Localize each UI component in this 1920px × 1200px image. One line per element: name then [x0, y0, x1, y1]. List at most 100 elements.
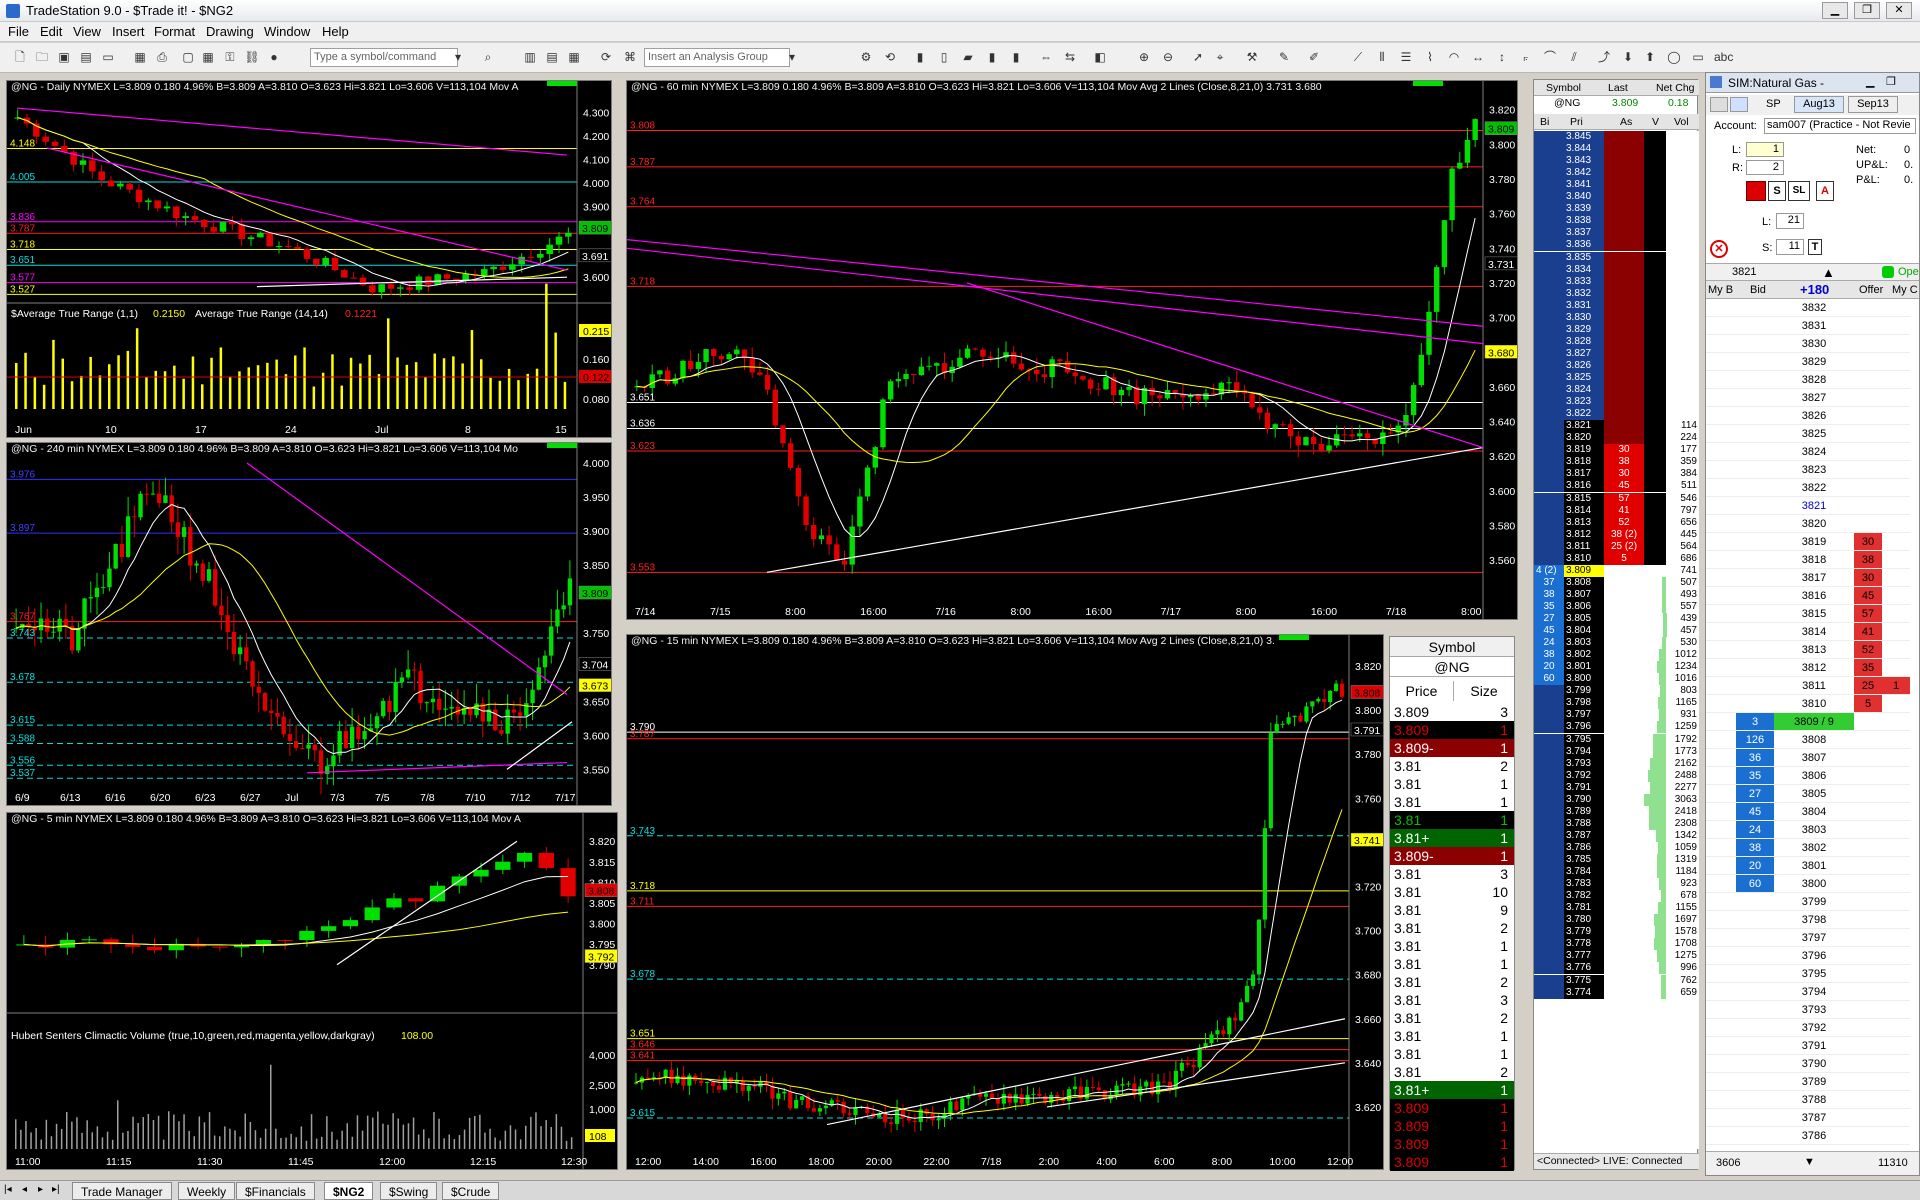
window-icon[interactable]: ▢	[180, 49, 196, 65]
offer-cell[interactable]: 35	[1854, 659, 1882, 677]
ladder-price[interactable]: 3804	[1774, 803, 1854, 821]
offer-cell[interactable]	[1854, 335, 1882, 353]
tab-nav-prev-icon[interactable]: ◂	[22, 1184, 27, 1195]
my-bid-cell[interactable]	[1706, 1019, 1736, 1037]
chart-240min[interactable]: 4.000 3.950 3.900 3.850 3.750 3.650 3.600 3.550…	[6, 442, 612, 806]
my-bid-cell[interactable]	[1706, 893, 1736, 911]
ladder-row[interactable]: 3815 57	[1706, 605, 1920, 623]
bid-cell[interactable]	[1736, 1055, 1774, 1073]
my-bid-cell[interactable]	[1706, 1037, 1736, 1055]
ladder-row[interactable]: 3798	[1706, 911, 1920, 929]
bid-cell[interactable]	[1736, 443, 1774, 461]
settings-icon[interactable]	[1710, 97, 1728, 112]
minimize-button[interactable]: ▁	[1866, 75, 1874, 88]
lock-icon[interactable]: ⚿	[222, 49, 238, 65]
ladder-price[interactable]: 3800	[1774, 875, 1854, 893]
globe-icon[interactable]	[1730, 97, 1748, 112]
my-offer-cell[interactable]	[1882, 317, 1910, 335]
save-all-icon[interactable]: ▤	[78, 49, 94, 65]
offer-cell[interactable]: 57	[1854, 605, 1882, 623]
auto-icon[interactable]: A	[1816, 181, 1834, 201]
my-offer-cell[interactable]	[1882, 803, 1910, 821]
offer-cell[interactable]: 25	[1854, 677, 1882, 695]
bid-cell[interactable]	[1736, 1073, 1774, 1091]
ladder-price[interactable]: 3816	[1774, 587, 1854, 605]
my-bid-cell[interactable]	[1706, 641, 1736, 659]
my-offer-cell[interactable]	[1882, 479, 1910, 497]
my-offer-cell[interactable]	[1882, 407, 1910, 425]
my-bid-cell[interactable]	[1706, 1127, 1736, 1145]
my-bid-cell[interactable]	[1706, 965, 1736, 983]
horizontal-lines-icon[interactable]: ☰	[1398, 49, 1414, 65]
ladder-row[interactable]: 3827	[1706, 389, 1920, 407]
candle-icon[interactable]: ▯	[936, 49, 952, 65]
bid-cell[interactable]	[1736, 461, 1774, 479]
offer-cell[interactable]	[1854, 821, 1882, 839]
stop-limit-icon[interactable]: SL	[1788, 181, 1810, 201]
offer-cell[interactable]: 45	[1854, 587, 1882, 605]
ts-symbol[interactable]: @NG	[1390, 657, 1514, 677]
ladder-price[interactable]: 3802	[1774, 839, 1854, 857]
tab-nav-last-icon[interactable]: ▸|	[52, 1184, 60, 1195]
offer-cell[interactable]: 30	[1854, 533, 1882, 551]
ladder-row[interactable]: 3831	[1706, 317, 1920, 335]
bid-cell[interactable]	[1736, 1019, 1774, 1037]
bid-cell[interactable]	[1736, 695, 1774, 713]
offer-cell[interactable]	[1854, 479, 1882, 497]
bid-cell[interactable]	[1736, 551, 1774, 569]
bid-cell[interactable]	[1736, 659, 1774, 677]
my-offer-cell[interactable]	[1882, 497, 1910, 515]
my-bid-cell[interactable]	[1706, 587, 1736, 605]
fib-icon[interactable]: ⌇	[1422, 49, 1438, 65]
my-offer-cell[interactable]	[1882, 299, 1910, 317]
color-icon[interactable]: ◧	[1092, 49, 1108, 65]
ladder-row[interactable]: 3811 25 1	[1706, 677, 1920, 695]
my-bid-cell[interactable]	[1706, 731, 1736, 749]
my-bid-cell[interactable]	[1706, 407, 1736, 425]
scanner-icon[interactable]: ⟳	[598, 49, 614, 65]
bid-cell[interactable]	[1736, 371, 1774, 389]
l2-qty-input[interactable]: 21	[1776, 213, 1804, 229]
menu-file[interactable]: File	[8, 24, 29, 39]
menu-format[interactable]: Format	[154, 24, 195, 39]
ladder-row[interactable]: 3794	[1706, 983, 1920, 1001]
offer-cell[interactable]	[1854, 911, 1882, 929]
ladder-row[interactable]: 35 3806	[1706, 767, 1920, 785]
offer-cell[interactable]	[1854, 497, 1882, 515]
bid-cell[interactable]	[1736, 947, 1774, 965]
my-bid-cell[interactable]	[1706, 605, 1736, 623]
ladder-price[interactable]: 3813	[1774, 641, 1854, 659]
my-offer-cell[interactable]	[1882, 1019, 1910, 1037]
my-bid-cell[interactable]	[1706, 497, 1736, 515]
ladder-row[interactable]: 3830	[1706, 335, 1920, 353]
my-offer-cell[interactable]	[1882, 983, 1910, 1001]
my-offer-cell[interactable]	[1882, 515, 1910, 533]
my-bid-cell[interactable]	[1706, 371, 1736, 389]
ladder-price[interactable]: 3822	[1774, 479, 1854, 497]
ladder-row[interactable]: 3819 30	[1706, 533, 1920, 551]
my-offer-cell[interactable]	[1882, 569, 1910, 587]
account-select[interactable]: sam007 (Practice - Not Revie	[1764, 118, 1916, 134]
bid-cell[interactable]	[1736, 479, 1774, 497]
my-offer-cell[interactable]	[1882, 641, 1910, 659]
ladder-row[interactable]: 3823	[1706, 461, 1920, 479]
bid-cell[interactable]	[1736, 605, 1774, 623]
bid-cell[interactable]	[1736, 1127, 1774, 1145]
ladder-price[interactable]: 3791	[1774, 1037, 1854, 1055]
ladder-row[interactable]: 3789	[1706, 1073, 1920, 1091]
ladder-price[interactable]: 3812	[1774, 659, 1854, 677]
ellipse-icon[interactable]: ◯	[1666, 49, 1682, 65]
ladder-price[interactable]: 3814	[1774, 623, 1854, 641]
my-offer-cell[interactable]	[1882, 947, 1910, 965]
ladder-row[interactable]: 3812 35	[1706, 659, 1920, 677]
bid-cell[interactable]	[1736, 497, 1774, 515]
ladder-row[interactable]: 38 3802	[1706, 839, 1920, 857]
chart-5min[interactable]: 3.8203.8153.8103.8053.8003.7953.7903.808…	[6, 812, 618, 1170]
ladder-price[interactable]: 3820	[1774, 515, 1854, 533]
ladder-row[interactable]: 3820	[1706, 515, 1920, 533]
analysis-group-input[interactable]: Insert an Analysis Group	[644, 48, 790, 67]
minimize-button[interactable]: ▁	[1822, 2, 1848, 19]
my-bid-cell[interactable]	[1706, 947, 1736, 965]
s-qty-input[interactable]: 11	[1776, 239, 1804, 255]
vertical-lines-icon[interactable]: ⦀	[1374, 49, 1390, 65]
